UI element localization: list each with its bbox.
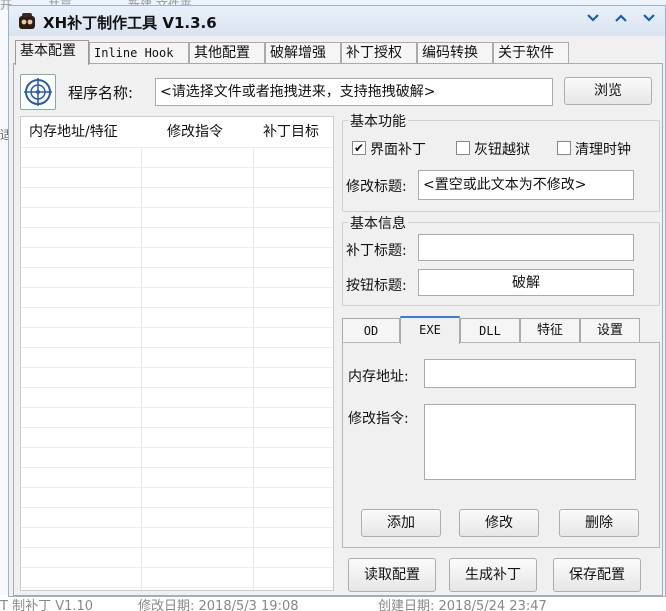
row-gridline xyxy=(21,527,333,528)
row-gridline xyxy=(21,347,333,348)
tab-encoding[interactable]: 编码转换 xyxy=(417,42,493,64)
column-header[interactable]: 补丁目标 xyxy=(263,117,319,147)
window-title: XH补丁制作工具 V1.3.6 xyxy=(43,14,217,32)
tab-inline-hook[interactable]: Inline Hook xyxy=(89,42,189,64)
expand-icon[interactable] xyxy=(611,12,631,30)
patch-title-input[interactable] xyxy=(418,234,634,261)
program-name-label: 程序名称: xyxy=(68,84,134,102)
address-input[interactable] xyxy=(424,359,636,388)
row-gridline xyxy=(21,387,333,388)
checkbox-label[interactable]: 灰钮越狱 xyxy=(474,139,530,159)
group-title: 基本功能 xyxy=(348,111,408,131)
subtab-settings[interactable]: 设置 xyxy=(580,318,640,343)
target-icon[interactable] xyxy=(20,74,56,110)
row-gridline xyxy=(21,327,333,328)
instruction-label: 修改指令: xyxy=(348,411,409,427)
app-icon xyxy=(19,13,35,29)
row-gridline xyxy=(21,187,333,188)
chevron-down-icon[interactable] xyxy=(639,12,659,30)
check-icon: ✔ xyxy=(353,141,365,155)
background-window-left: 适 xyxy=(0,10,12,595)
bg-text: T 制补丁 V1.10 xyxy=(0,599,94,611)
bg-text: 创建日期: 2018/5/24 23:47 xyxy=(378,599,547,611)
tab-about[interactable]: 关于软件 xyxy=(493,42,569,64)
row-gridline xyxy=(21,247,333,248)
row-gridline xyxy=(21,407,333,408)
row-gridline xyxy=(21,587,333,588)
row-gridline xyxy=(21,467,333,468)
column-divider xyxy=(253,147,254,590)
row-gridline xyxy=(21,267,333,268)
collapse-icon[interactable] xyxy=(583,12,603,30)
tab-other-config[interactable]: 其他配置 xyxy=(189,42,265,64)
subtab-dll[interactable]: DLL xyxy=(460,318,520,343)
row-gridline xyxy=(21,367,333,368)
checkbox-label[interactable]: 清理时钟 xyxy=(575,139,631,159)
generate-patch-button[interactable]: 生成补丁 xyxy=(449,558,537,592)
tab-basic-config[interactable]: 基本配置 xyxy=(15,40,89,65)
checkbox-gray-button-jailbreak[interactable] xyxy=(456,141,470,155)
modify-button[interactable]: 修改 xyxy=(459,509,539,537)
checkbox-label[interactable]: 界面补丁 xyxy=(370,139,426,159)
row-gridline xyxy=(21,287,333,288)
row-gridline xyxy=(21,547,333,548)
subtab-od[interactable]: OD xyxy=(342,318,400,343)
subtab-feature[interactable]: 特征 xyxy=(520,318,580,343)
row-gridline xyxy=(21,227,333,228)
column-header[interactable]: 内存地址/特征 xyxy=(29,117,118,147)
button-title-input[interactable]: 破解 xyxy=(418,269,634,296)
row-gridline xyxy=(21,147,333,148)
button-title-label: 按钮标题: xyxy=(346,278,407,294)
modify-title-input[interactable]: <置空或此文本为不修改> xyxy=(418,170,634,200)
row-gridline xyxy=(21,487,333,488)
delete-button[interactable]: 删除 xyxy=(559,509,639,537)
save-config-button[interactable]: 保存配置 xyxy=(553,558,641,592)
patch-table[interactable]: 内存地址/特征 修改指令 补丁目标 xyxy=(20,116,334,591)
add-button[interactable]: 添加 xyxy=(361,509,441,537)
app-window: XH补丁制作工具 V1.3.6 基本配置 Inline Hook 其他配置 破解… xyxy=(8,5,666,597)
row-gridline xyxy=(21,427,333,428)
row-gridline xyxy=(21,167,333,168)
checkbox-clear-clock[interactable] xyxy=(557,141,571,155)
checkbox-ui-patch[interactable]: ✔ xyxy=(352,141,366,155)
column-divider xyxy=(141,147,142,590)
row-gridline xyxy=(21,507,333,508)
subtab-exe[interactable]: EXE xyxy=(400,316,460,344)
bg-text: 修改日期: 2018/5/3 19:08 xyxy=(138,599,299,611)
background-window-statusbar: T 制补丁 V1.10 修改日期: 2018/5/3 19:08 创建日期: 2… xyxy=(0,595,666,611)
row-gridline xyxy=(21,207,333,208)
row-gridline xyxy=(21,307,333,308)
column-header[interactable]: 修改指令 xyxy=(167,117,223,147)
modify-title-label: 修改标题: xyxy=(346,179,407,195)
group-title: 基本信息 xyxy=(348,213,408,233)
browse-button[interactable]: 浏览 xyxy=(564,77,652,105)
instruction-input[interactable] xyxy=(424,404,636,480)
tab-patch-auth[interactable]: 补丁授权 xyxy=(341,42,417,64)
read-config-button[interactable]: 读取配置 xyxy=(348,558,436,592)
address-label: 内存地址: xyxy=(348,369,409,385)
basic-config-panel: 程序名称: <请选择文件或者拖拽进来，支持拖拽破解> 浏览 内存地址/特征 修改… xyxy=(13,63,663,596)
tab-crack-enhance[interactable]: 破解增强 xyxy=(265,42,341,64)
title-bar[interactable]: XH补丁制作工具 V1.3.6 xyxy=(9,6,665,36)
program-path-input[interactable]: <请选择文件或者拖拽进来，支持拖拽破解> xyxy=(155,78,553,106)
row-gridline xyxy=(21,447,333,448)
row-gridline xyxy=(21,567,333,568)
patch-title-label: 补丁标题: xyxy=(346,243,407,259)
